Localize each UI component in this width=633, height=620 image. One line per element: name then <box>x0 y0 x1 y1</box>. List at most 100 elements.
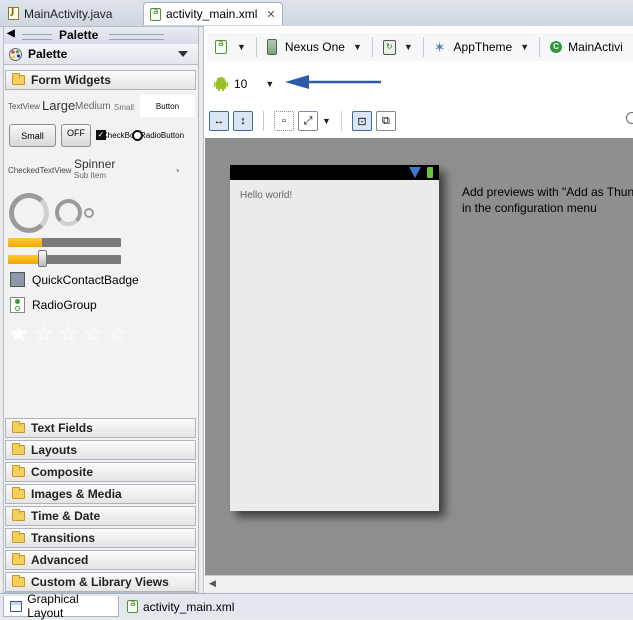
widget-textview[interactable]: TextView <box>8 102 40 111</box>
editor-mode-tabs: Graphical Layout activity_main.xml <box>0 592 633 620</box>
folder-icon <box>12 553 25 565</box>
folder-icon <box>12 421 25 433</box>
star-theme-icon: ✶ <box>433 38 446 55</box>
drag-grip-icon[interactable] <box>109 34 164 40</box>
tab-graphical-layout[interactable]: Graphical Layout <box>3 592 119 620</box>
device-selector[interactable]: Nexus One ▼ <box>266 39 362 55</box>
tab-label: MainActivity.java <box>24 6 113 21</box>
star-filled-icon: ★ <box>9 321 29 346</box>
close-tab-icon[interactable]: ✕ <box>266 8 275 21</box>
widget-large-text[interactable]: Large <box>42 98 75 113</box>
category-time-date[interactable]: Time & Date <box>5 506 196 526</box>
widget-quickcontactbadge[interactable]: QuickContactBadge <box>10 272 139 287</box>
category-composite[interactable]: Composite <box>5 462 196 482</box>
category-advanced[interactable]: Advanced <box>5 550 196 570</box>
widget-progressbar-small[interactable] <box>84 208 94 218</box>
layout-rotate-icon[interactable]: ⧉ <box>375 111 396 131</box>
activity-label: MainActivi <box>568 40 623 54</box>
chevron-down-icon: ▼ <box>352 42 362 52</box>
seekbar-thumb[interactable] <box>38 250 47 267</box>
folder-icon <box>12 73 25 85</box>
hello-world-textview[interactable]: Hello world! <box>240 190 292 201</box>
layout-mode-icon[interactable]: ⊡ <box>351 111 372 131</box>
device-status-bar <box>230 165 439 180</box>
category-layouts[interactable]: Layouts <box>5 440 196 460</box>
widget-toggle-button[interactable]: OFF <box>61 124 91 147</box>
hint-line: in the configuration menu <box>462 201 597 215</box>
category-label: Text Fields <box>31 421 93 435</box>
category-label: Form Widgets <box>31 73 111 87</box>
zoom-indicator-icon[interactable] <box>626 112 633 124</box>
radiobutton-label: RadioButton <box>140 131 185 140</box>
palette-menu-label: Palette <box>28 47 68 61</box>
widget-ratingbar[interactable]: ★ ☆ ☆ ☆ ☆ <box>9 323 128 345</box>
show-bounds-icon[interactable]: ▫ <box>274 111 294 131</box>
device-label: Nexus One <box>284 40 345 54</box>
widget-progressbar-medium[interactable] <box>55 199 82 226</box>
category-images-media[interactable]: Images & Media <box>5 484 196 504</box>
toggle-fill-width-icon[interactable]: ↔ <box>209 111 229 131</box>
graphical-layout-icon <box>10 600 23 612</box>
palette-menu[interactable]: Palette <box>4 44 198 65</box>
star-empty-icon: ☆ <box>107 321 128 346</box>
toolbar-separator <box>371 37 373 57</box>
category-custom-library-views[interactable]: Custom & Library Views <box>5 572 196 592</box>
tab-mainactivity-java[interactable]: MainActivity.java <box>2 2 118 25</box>
category-transitions[interactable]: Transitions <box>5 528 196 548</box>
theme-selector[interactable]: ✶ AppTheme ▼ <box>434 39 529 56</box>
toggle-fill-height-icon[interactable]: ↕ <box>233 111 253 131</box>
tab-label: activity_main.xml <box>166 7 258 21</box>
chevron-down-icon: ▼ <box>520 42 530 52</box>
folder-icon <box>12 487 25 499</box>
widget-radiobutton[interactable]: RadioButton <box>132 130 184 141</box>
tab-label: Graphical Layout <box>27 592 79 620</box>
activity-icon: C <box>550 41 563 53</box>
orientation-selector[interactable]: ↻ ▼ <box>382 39 413 55</box>
star-empty-icon: ☆ <box>58 321 79 346</box>
toolbar-separator <box>422 37 424 57</box>
category-label: Transitions <box>31 531 96 545</box>
api-toolbar: 10 ▼ <box>207 66 633 102</box>
category-text-fields[interactable]: Text Fields <box>5 418 196 438</box>
widget-small-button[interactable]: Small <box>9 124 56 147</box>
collapse-left-icon[interactable]: ◀ <box>7 28 15 39</box>
chevron-down-icon: ▼ <box>403 42 413 52</box>
zoom-fit-icon[interactable]: ⤢ <box>298 111 318 131</box>
toolbar-separator <box>263 111 264 131</box>
toggle-label: OFF <box>67 128 85 138</box>
preview-hint: Add previews with "Add as Thun in the co… <box>462 184 633 216</box>
category-form-widgets[interactable]: Form Widgets <box>5 70 196 90</box>
api-level-selector[interactable]: 10 ▼ <box>214 76 274 91</box>
widget-progressbar-large[interactable] <box>9 193 49 233</box>
widget-button[interactable]: Button <box>140 95 195 117</box>
checkbox-checked-icon: ✓ <box>96 130 106 140</box>
palette-icon <box>9 47 22 61</box>
widget-spinner[interactable]: Spinner Sub Item <box>74 157 115 180</box>
quickcontactbadge-label: QuickContactBadge <box>32 272 139 287</box>
widget-radiogroup[interactable]: RadioGroup <box>10 297 97 313</box>
folder-icon <box>12 531 25 543</box>
widget-medium-text[interactable]: Medium <box>75 101 111 112</box>
layout-file-icon[interactable] <box>215 39 227 54</box>
rotate-screen-icon: ↻ <box>382 39 396 55</box>
radiogroup-icon <box>10 297 25 313</box>
palette-header: ◀ Palette <box>4 27 198 45</box>
activity-selector[interactable]: C MainActivi <box>550 40 623 54</box>
chevron-down-icon[interactable]: ▼ <box>322 116 331 126</box>
canvas-horizontal-scrollbar[interactable]: ◀ <box>205 575 633 593</box>
toolbar-separator <box>255 37 257 57</box>
widget-seekbar[interactable] <box>8 255 121 264</box>
category-label: Custom & Library Views <box>31 575 169 589</box>
chevron-down-icon[interactable] <box>178 51 188 57</box>
scroll-left-icon[interactable]: ◀ <box>209 578 216 589</box>
widget-checkedtextview[interactable]: CheckedTextView <box>8 166 71 175</box>
chevron-down-icon[interactable]: ▼ <box>237 42 246 52</box>
widget-progressbar-horizontal[interactable] <box>8 238 121 247</box>
widget-small-text[interactable]: Small <box>114 103 134 112</box>
tab-activity-main-xml-source[interactable]: activity_main.xml <box>121 596 240 617</box>
hint-line: Add previews with "Add as Thun <box>462 185 633 199</box>
device-preview[interactable]: Hello world! <box>230 165 439 511</box>
tab-activity-main-xml[interactable]: activity_main.xml ✕ <box>143 2 283 25</box>
drag-grip-icon[interactable] <box>22 34 52 40</box>
star-empty-icon: ☆ <box>83 321 103 346</box>
